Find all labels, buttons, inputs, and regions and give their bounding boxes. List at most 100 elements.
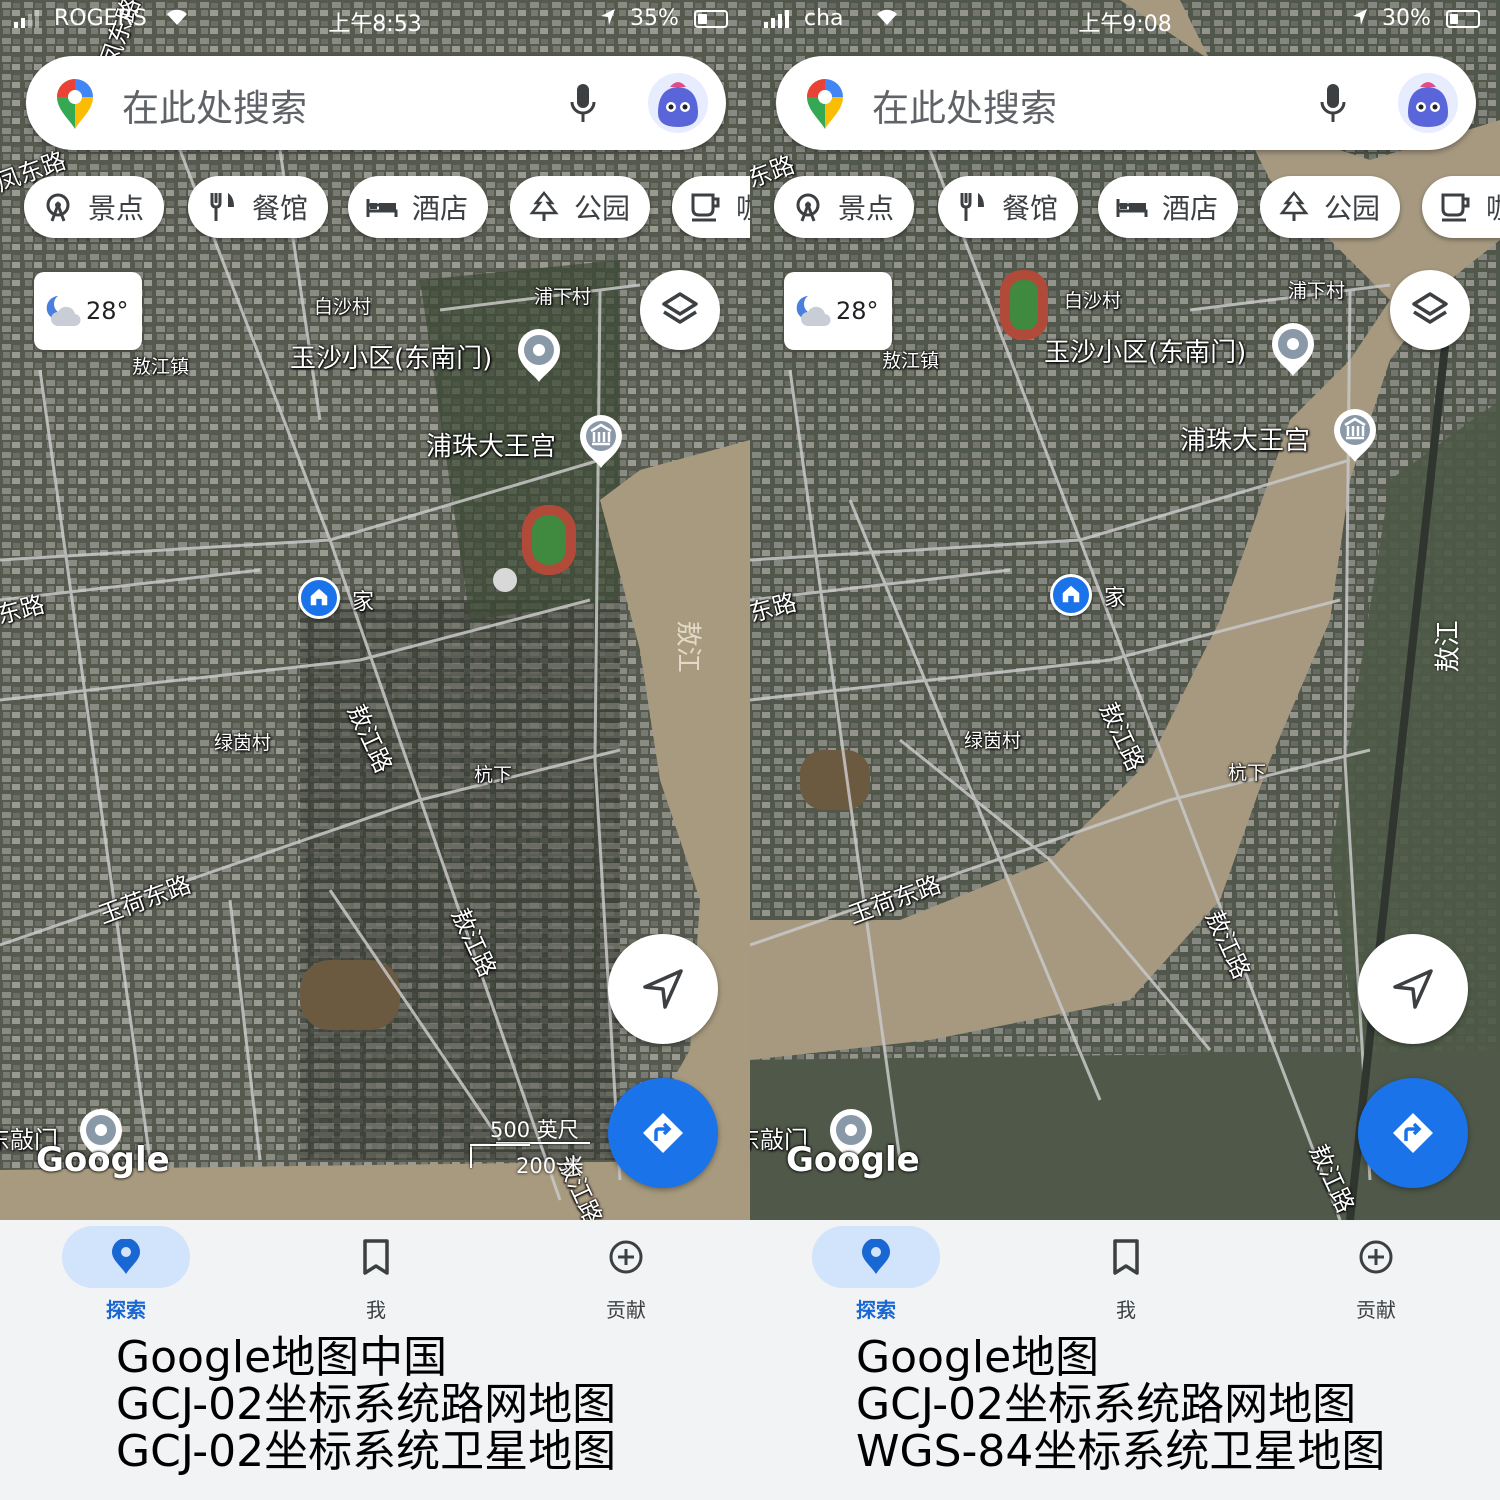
microphone-icon[interactable] xyxy=(1318,82,1348,126)
home-marker[interactable] xyxy=(298,577,340,619)
village-label-lvyin: 绿茵村 xyxy=(964,730,1022,752)
search-placeholder[interactable]: 在此处搜索 xyxy=(872,78,1057,132)
chip-restaurants[interactable]: 餐馆 xyxy=(188,176,329,238)
home-icon xyxy=(310,588,328,606)
battery-icon xyxy=(694,10,728,28)
poi-label-yusha[interactable]: 玉沙小区(东南门) xyxy=(1044,332,1246,369)
google-logo: Google xyxy=(36,1140,170,1180)
chip-parks[interactable]: 公园 xyxy=(1260,176,1401,238)
town-label-aojiang: 敖江镇 xyxy=(132,356,190,378)
chip-attractions[interactable]: 景点 xyxy=(24,176,165,238)
bottom-tab-bar: 探索 我 贡献 xyxy=(750,1220,1500,1340)
contribute-plus-icon xyxy=(1359,1240,1393,1274)
chip-parks[interactable]: 公园 xyxy=(510,176,651,238)
tab-explore[interactable]: 探索 xyxy=(56,1220,196,1340)
layers-icon xyxy=(662,292,698,324)
bottom-tab-bar: 探索 我 贡献 xyxy=(0,1220,750,1340)
poi-label-yusha[interactable]: 玉沙小区(东南门) xyxy=(290,338,492,375)
layers-button[interactable] xyxy=(1390,270,1470,350)
profile-avatar-icon xyxy=(1408,82,1448,127)
tab-saved[interactable]: 我 xyxy=(306,1220,446,1340)
google-maps-logo-icon xyxy=(57,79,93,129)
explore-pin-icon xyxy=(112,1239,140,1274)
village-label-baisha: 白沙村 xyxy=(314,296,372,318)
battery-percent: 30% xyxy=(1382,6,1431,31)
profile-avatar-icon xyxy=(658,82,698,127)
poi-label-puzhu[interactable]: 浦珠大王宫 xyxy=(426,426,556,463)
my-location-button[interactable] xyxy=(1358,934,1468,1044)
tab-contribute[interactable]: 贡献 xyxy=(1306,1220,1446,1340)
category-chips: 景点 餐馆 酒店 公园 咖 xyxy=(774,176,1500,240)
scale-tick xyxy=(470,1144,472,1168)
left-screenshot-panel: 凤东路 凤东路 白沙村 浦下村 敖江镇 玉沙小区(东南门) 浦珠大王宫 家 东路… xyxy=(0,0,750,1500)
search-bar[interactable]: 在此处搜索 xyxy=(26,56,726,150)
scale-bar: 500 英尺 200 米 xyxy=(470,1110,600,1178)
chip-coffee[interactable]: 咖 xyxy=(1422,176,1500,238)
caption: Google地图中国 GCJ-02坐标系统路网地图 GCJ-02坐标系统卫星地图 xyxy=(116,1334,616,1475)
navigation-arrow-icon xyxy=(643,969,683,1009)
google-logo: Google xyxy=(786,1140,920,1180)
home-label: 家 xyxy=(352,590,375,615)
saved-bookmark-icon xyxy=(363,1239,389,1275)
avatar[interactable] xyxy=(1398,73,1458,133)
museum-marker-icon[interactable] xyxy=(1332,408,1378,464)
village-label-puxia: 浦下村 xyxy=(534,286,592,308)
tab-saved[interactable]: 我 xyxy=(1056,1220,1196,1340)
caption-line: WGS-84坐标系统卫星地图 xyxy=(856,1426,1386,1477)
battery-percent: 35% xyxy=(630,6,679,31)
caption-line: GCJ-02坐标系统卫星地图 xyxy=(116,1426,617,1477)
location-arrow-icon xyxy=(601,9,615,25)
home-icon xyxy=(1062,585,1080,603)
chip-hotels[interactable]: 酒店 xyxy=(348,176,489,238)
river-label: 敖江 xyxy=(672,620,703,673)
search-placeholder[interactable]: 在此处搜索 xyxy=(122,78,307,132)
home-marker[interactable] xyxy=(1050,574,1092,616)
ferris-wheel-icon xyxy=(46,193,70,222)
scale-imperial: 500 英尺 xyxy=(490,1118,579,1142)
town-label-aojiang: 敖江镇 xyxy=(882,350,940,372)
directions-button[interactable] xyxy=(1358,1078,1468,1188)
layers-button[interactable] xyxy=(640,270,720,350)
hotel-bed-icon xyxy=(1116,199,1148,217)
coffee-cup-icon xyxy=(691,193,720,222)
chip-coffee[interactable]: 咖 xyxy=(672,176,750,238)
chip-hotels[interactable]: 酒店 xyxy=(1098,176,1239,238)
google-maps-logo-icon xyxy=(807,79,843,129)
search-bar[interactable]: 在此处搜索 xyxy=(776,56,1476,150)
directions-arrow-icon xyxy=(643,1113,683,1153)
village-label-baisha: 白沙村 xyxy=(1064,290,1122,312)
scale-line-bottom xyxy=(470,1144,530,1146)
saved-bookmark-icon xyxy=(1113,1239,1139,1275)
ferris-wheel-icon xyxy=(796,193,820,222)
scale-metric: 200 米 xyxy=(516,1154,584,1178)
partly-cloudy-night-icon xyxy=(796,296,831,327)
village-label-lvyin: 绿茵村 xyxy=(214,732,272,754)
weather-widget[interactable]: 28° xyxy=(34,272,142,350)
battery-icon xyxy=(1446,10,1480,28)
river-label: 敖江 xyxy=(1433,620,1464,673)
directions-button[interactable] xyxy=(608,1078,718,1188)
coffee-cup-icon xyxy=(1441,193,1470,222)
avatar[interactable] xyxy=(648,73,708,133)
partly-cloudy-night-icon xyxy=(46,296,81,327)
tab-contribute[interactable]: 贡献 xyxy=(556,1220,696,1340)
poi-marker-icon[interactable] xyxy=(516,328,562,384)
caption-line: GCJ-02坐标系统路网地图 xyxy=(856,1379,1357,1430)
category-chips: 景点 餐馆 酒店 公园 咖 xyxy=(24,176,750,240)
satellite-map[interactable]: 凤东路 凤东路 白沙村 浦下村 敖江镇 玉沙小区(东南门) 浦珠大王宫 家 东路… xyxy=(0,0,750,1220)
my-location-button[interactable] xyxy=(608,934,718,1044)
weather-widget[interactable]: 28° xyxy=(784,272,892,350)
hotel-bed-icon xyxy=(366,199,398,217)
satellite-map[interactable]: 东路 白沙村 浦下村 敖江镇 玉沙小区(东南门) 浦珠大王宫 家 东路 敖江路 … xyxy=(750,0,1500,1220)
layers-icon xyxy=(1412,292,1448,324)
poi-label-puzhu[interactable]: 浦珠大王宫 xyxy=(1180,420,1310,457)
village-label-hangxia: 杭下 xyxy=(474,764,513,786)
navigation-arrow-icon xyxy=(1393,969,1433,1009)
tab-explore[interactable]: 探索 xyxy=(806,1220,946,1340)
microphone-icon[interactable] xyxy=(568,82,598,126)
chip-attractions[interactable]: 景点 xyxy=(774,176,915,238)
museum-marker-icon[interactable] xyxy=(578,414,624,470)
poi-marker-icon[interactable] xyxy=(1270,322,1316,378)
restaurant-icon xyxy=(210,193,234,221)
chip-restaurants[interactable]: 餐馆 xyxy=(938,176,1079,238)
